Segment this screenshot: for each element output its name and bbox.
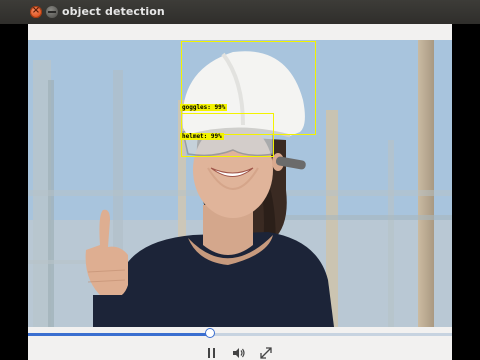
seek-handle[interactable] bbox=[205, 328, 216, 338]
video-frame[interactable]: goggles: 99% helmet: 99% bbox=[28, 40, 452, 327]
minimize-icon bbox=[48, 11, 56, 13]
detection-label-goggles: goggles: 99% bbox=[180, 104, 228, 111]
volume-icon[interactable] bbox=[232, 347, 246, 359]
right-letterbox bbox=[452, 0, 480, 360]
close-icon: × bbox=[31, 5, 41, 16]
window-title: object detection bbox=[62, 5, 165, 18]
pause-icon[interactable] bbox=[206, 347, 218, 359]
detection-label-helmet: helmet: 99% bbox=[180, 133, 224, 140]
fullscreen-icon[interactable] bbox=[260, 347, 272, 359]
seek-progress bbox=[28, 333, 211, 336]
player-controls bbox=[28, 327, 452, 360]
window-frame-top bbox=[28, 24, 452, 40]
close-window-button[interactable]: × bbox=[30, 5, 42, 18]
minimize-window-button[interactable] bbox=[46, 6, 58, 18]
left-letterbox bbox=[0, 0, 28, 360]
window-titlebar[interactable]: × object detection bbox=[0, 0, 480, 24]
seek-bar[interactable] bbox=[28, 328, 452, 338]
